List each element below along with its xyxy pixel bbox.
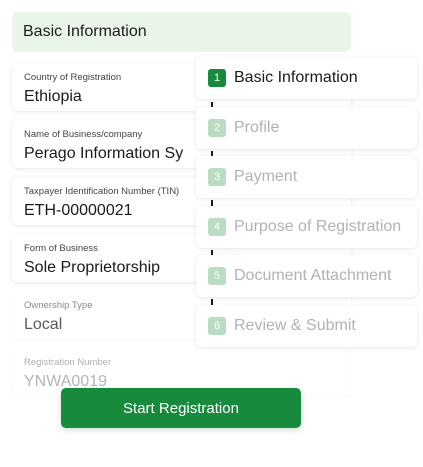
step-label: Profile bbox=[234, 119, 280, 136]
step-document-attachment[interactable]: 5 Document Attachment bbox=[196, 255, 417, 297]
step-number-badge: 6 bbox=[208, 317, 226, 335]
registration-number-field-label: Registration Number bbox=[24, 357, 112, 368]
step-label: Basic Information bbox=[234, 69, 358, 86]
start-registration-button[interactable]: Start Registration bbox=[61, 388, 301, 428]
section-header-title: Basic Information bbox=[23, 23, 147, 40]
step-review-and-submit[interactable]: 6 Review & Submit bbox=[196, 305, 417, 347]
step-number-badge: 3 bbox=[208, 168, 226, 186]
step-purpose-of-registration[interactable]: 4 Purpose of Registration bbox=[196, 206, 417, 248]
step-label: Payment bbox=[234, 168, 298, 185]
step-label: Document Attachment bbox=[234, 267, 392, 284]
step-number-badge: 1 bbox=[208, 69, 226, 87]
step-label: Purpose of Registration bbox=[234, 218, 402, 235]
step-number-badge: 4 bbox=[208, 218, 226, 236]
step-number-badge: 5 bbox=[208, 267, 226, 285]
section-header: Basic Information bbox=[12, 12, 351, 52]
step-number-badge: 2 bbox=[208, 119, 226, 137]
step-payment[interactable]: 3 Payment bbox=[196, 156, 417, 198]
step-basic-information[interactable]: 1 Basic Information bbox=[196, 57, 417, 99]
step-label: Review & Submit bbox=[234, 317, 356, 334]
step-profile[interactable]: 2 Profile bbox=[196, 107, 417, 149]
